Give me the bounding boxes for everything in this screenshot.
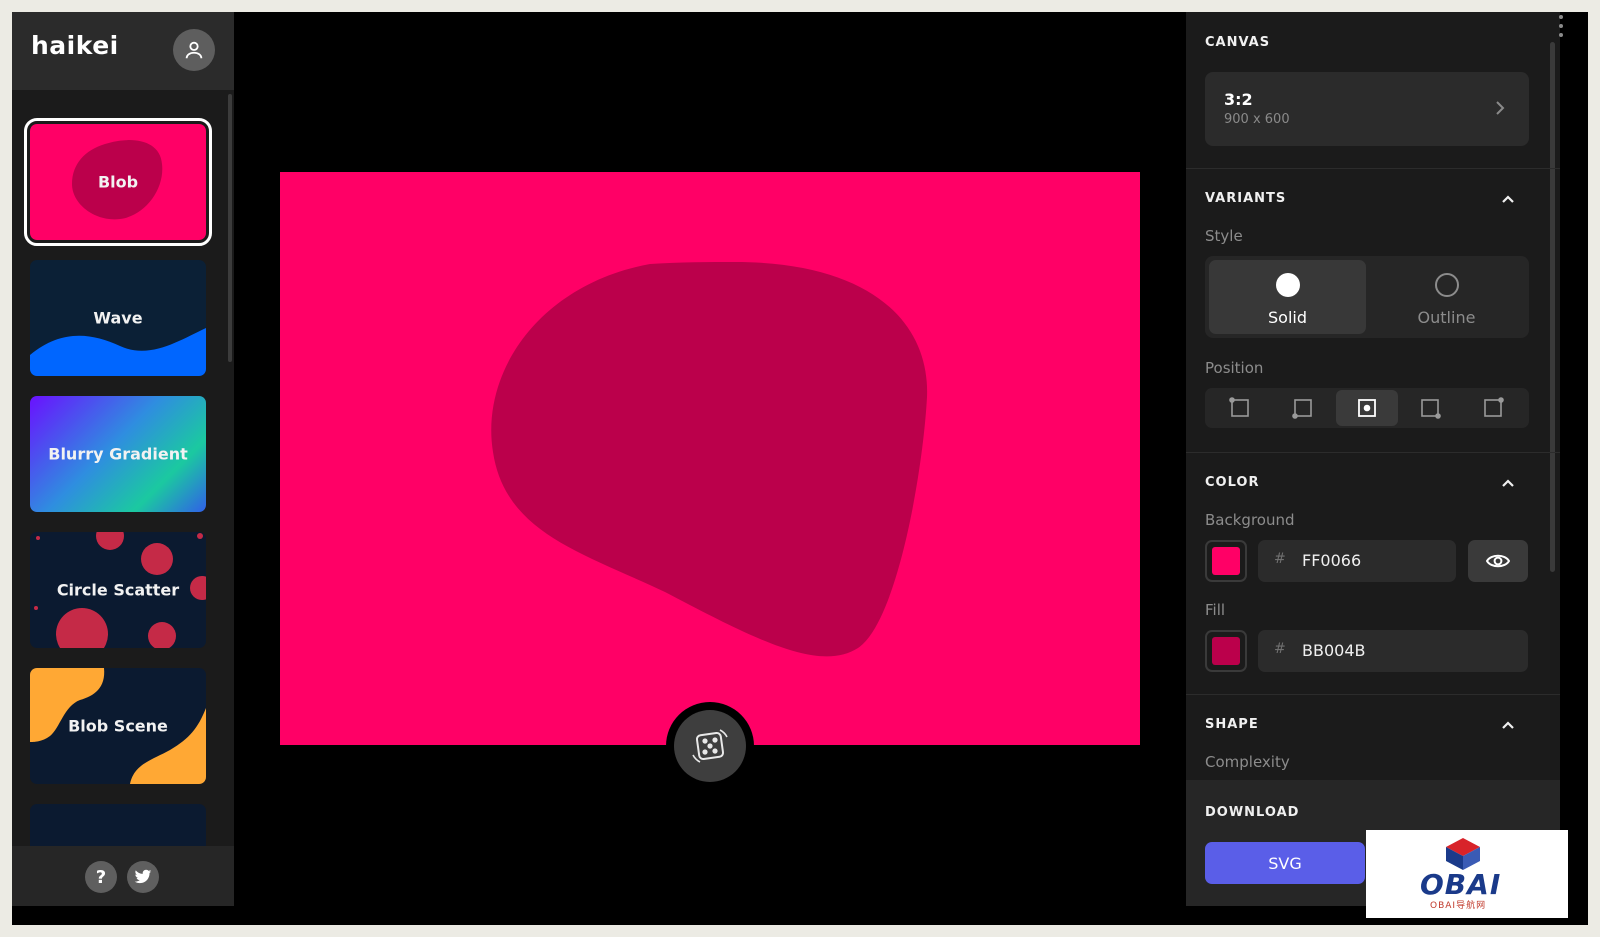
hash-label: #: [1274, 641, 1286, 657]
position-center-icon: [1358, 399, 1376, 417]
complexity-label: Complexity: [1205, 753, 1290, 771]
watermark: OBAI OBAI导航网: [1366, 830, 1568, 918]
position-bottom-left[interactable]: [1272, 390, 1334, 426]
canvas-ratio: 3:2: [1224, 90, 1253, 109]
position-selector: [1205, 388, 1529, 428]
hash-label: #: [1274, 551, 1286, 567]
generator-label: Blurry Gradient: [48, 444, 188, 464]
position-center[interactable]: [1336, 390, 1398, 426]
position-bottom-left-icon: [1292, 399, 1312, 419]
settings-panel: CANVAS 3:2 900 x 600 VARIANTS Style Soli…: [1186, 12, 1560, 906]
download-svg-button[interactable]: SVG: [1205, 842, 1365, 884]
panel-scrollbar[interactable]: [1550, 42, 1555, 572]
randomize-button[interactable]: [666, 702, 754, 790]
watermark-subtext: OBAI导航网: [1430, 901, 1487, 911]
generator-label: Blob Scene: [68, 716, 168, 736]
toggle-background-visibility-button[interactable]: [1468, 540, 1528, 582]
position-top-right-icon: [1484, 397, 1504, 417]
style-solid-option[interactable]: Solid: [1209, 260, 1366, 334]
style-outline-option[interactable]: Outline: [1368, 260, 1525, 334]
shape-section-title: SHAPE: [1205, 717, 1259, 732]
position-label: Position: [1205, 359, 1264, 377]
position-bottom-right[interactable]: [1399, 390, 1461, 426]
style-toggle-group: Solid Outline: [1205, 256, 1529, 338]
eye-icon: [1486, 554, 1510, 568]
canvas-section-title: CANVAS: [1205, 35, 1271, 50]
help-icon: ?: [95, 866, 107, 888]
chevron-up-icon[interactable]: [1501, 476, 1515, 490]
style-outline-label: Outline: [1417, 308, 1476, 327]
fill-hex-input[interactable]: # BB004B: [1258, 630, 1528, 672]
twitter-icon: [134, 869, 152, 884]
position-bottom-right-icon: [1421, 399, 1441, 419]
fill-label: Fill: [1205, 601, 1226, 619]
generator-circle-scatter[interactable]: Circle Scatter: [30, 532, 206, 648]
color-section-title: COLOR: [1205, 475, 1260, 490]
generator-sidebar: haikei Blob Wave Blurry Gradient Circle …: [12, 12, 234, 906]
fill-hex-value: BB004B: [1302, 641, 1366, 660]
solid-circle-icon: [1276, 273, 1300, 297]
generator-label: Blob: [97, 172, 139, 192]
blob-preview-canvas[interactable]: [280, 172, 1140, 745]
generator-label: Wave: [93, 308, 143, 328]
divider: [1186, 452, 1560, 453]
outline-circle-icon: [1435, 273, 1459, 297]
app-logo[interactable]: haikei: [31, 31, 119, 60]
generator-blob[interactable]: Blob: [24, 118, 212, 246]
background-label: Background: [1205, 511, 1295, 529]
watermark-text: OBAI: [1420, 868, 1502, 901]
position-top-left-icon: [1229, 397, 1249, 417]
position-top-left[interactable]: [1209, 390, 1271, 426]
generator-wave[interactable]: Wave: [30, 260, 206, 376]
download-section-title: DOWNLOAD: [1205, 805, 1300, 820]
canvas-dimensions: 900 x 600: [1224, 112, 1290, 127]
chevron-right-icon: [1496, 101, 1505, 115]
user-icon: [185, 41, 203, 59]
user-account-button[interactable]: [173, 29, 215, 71]
variants-section-title: VARIANTS: [1205, 191, 1287, 206]
position-top-right[interactable]: [1462, 390, 1524, 426]
generator-next[interactable]: [30, 804, 206, 846]
background-hex-value: FF0066: [1302, 551, 1362, 570]
help-button[interactable]: ?: [85, 861, 117, 893]
fill-color-swatch[interactable]: [1205, 630, 1247, 672]
generator-label: Circle Scatter: [56, 580, 180, 600]
sidebar-scrollbar[interactable]: [228, 94, 232, 362]
canvas-area: [234, 12, 1186, 906]
divider: [1186, 168, 1560, 169]
sidebar-footer: ?: [12, 846, 234, 906]
style-solid-label: Solid: [1268, 308, 1307, 327]
twitter-button[interactable]: [127, 861, 159, 893]
logo-bar: haikei: [12, 12, 234, 90]
divider: [1186, 694, 1560, 695]
canvas-size-selector[interactable]: 3:2 900 x 600: [1205, 72, 1529, 146]
chevron-up-icon[interactable]: [1501, 192, 1515, 206]
style-label: Style: [1205, 227, 1243, 245]
generator-blurry-gradient[interactable]: Blurry Gradient: [30, 396, 206, 512]
background-hex-input[interactable]: # FF0066: [1258, 540, 1456, 582]
dice-icon: [692, 729, 728, 763]
svg-button-label: SVG: [1268, 853, 1302, 873]
app-window: haikei Blob Wave Blurry Gradient Circle …: [12, 12, 1588, 925]
watermark-logo-icon: [1446, 838, 1480, 870]
background-color-swatch[interactable]: [1205, 540, 1247, 582]
chevron-up-icon[interactable]: [1501, 718, 1515, 732]
window-scroll-handle-icon[interactable]: [1558, 14, 1564, 40]
generator-blob-scene[interactable]: Blob Scene: [30, 668, 206, 784]
generator-list: Blob Wave Blurry Gradient Circle Scatter…: [12, 90, 234, 846]
randomize-inner: [674, 710, 746, 782]
